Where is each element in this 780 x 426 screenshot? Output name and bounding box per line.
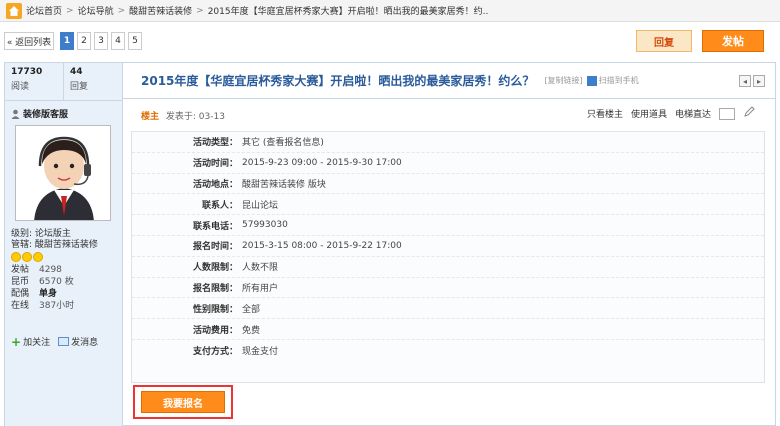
breadcrumb: 论坛首页 > 论坛导航 > 酸甜苦辣话装修 > 2015年度【华庭宜居杯秀家大赛… bbox=[0, 0, 780, 22]
star-icon bbox=[22, 252, 32, 262]
activity-info-table: 活动类型： 其它 (查看报名信息) 活动时间： 2015-9-23 09:00 - … bbox=[131, 131, 765, 383]
star-icon bbox=[33, 252, 43, 262]
table-row: 活动费用： 免费 bbox=[132, 319, 764, 340]
page-5-button[interactable]: 5 bbox=[128, 32, 142, 50]
rank-stars bbox=[11, 252, 121, 262]
prev-thread-icon[interactable]: ◂ bbox=[739, 75, 751, 87]
user-icon bbox=[11, 109, 20, 119]
replies-stat: 44 回复 bbox=[64, 63, 123, 100]
post-title: 2015年度【华庭宜居杯秀家大赛】开启啦！晒出我的最美家居秀！约么？ bbox=[141, 74, 535, 88]
breadcrumb-board[interactable]: 酸甜苦辣话装修 bbox=[129, 4, 192, 17]
pager-bar: « 返回列表 1 2 3 4 5 回复 发帖 bbox=[0, 28, 780, 58]
author-level: 级别: 论坛版主 bbox=[11, 229, 71, 239]
home-icon[interactable] bbox=[6, 2, 22, 19]
author-field: 昆币 6570 枚 bbox=[11, 277, 74, 287]
only-author-link[interactable]: 只看楼主 bbox=[587, 107, 623, 120]
use-item-link[interactable]: 使用道具 bbox=[631, 107, 667, 120]
breadcrumb-current: 2015年度【华庭宜居杯秀家大赛】开启啦！晒出我的最美家居秀！约.. bbox=[207, 7, 489, 17]
breadcrumb-separator: > bbox=[117, 5, 126, 16]
plus-icon: + bbox=[11, 334, 22, 349]
pen-icon[interactable] bbox=[743, 106, 755, 118]
post-time: 发表于: 03-13 bbox=[165, 112, 225, 122]
pagination: 1 2 3 4 5 bbox=[60, 32, 142, 50]
breadcrumb-separator: > bbox=[196, 5, 204, 16]
breadcrumb-forum-nav[interactable]: 论坛导航 bbox=[78, 4, 114, 17]
table-row: 活动时间： 2015-9-23 09:00 - 2015-9-30 17:00 bbox=[132, 153, 764, 174]
follow-button[interactable]: + 加关注 bbox=[11, 334, 50, 349]
post-meta: 楼主 发表于: 03-13 bbox=[141, 109, 225, 122]
author-field: 发帖 4298 bbox=[11, 265, 62, 275]
floor-label: 楼主 bbox=[141, 112, 160, 122]
author-meta: 级别: 论坛版主 管辖: 酸甜苦辣话装修 发帖 4298 昆币 6570 枚 配偶单… bbox=[11, 229, 121, 312]
next-thread-icon[interactable]: ▸ bbox=[753, 75, 765, 87]
star-icon bbox=[11, 252, 21, 262]
page-2-button[interactable]: 2 bbox=[77, 32, 91, 50]
reply-button[interactable]: 回复 bbox=[636, 30, 692, 52]
page-1-button[interactable]: 1 bbox=[60, 32, 74, 50]
jump-floor-label: 电梯直达 bbox=[674, 110, 711, 120]
author-actions: + 加关注 发消息 bbox=[11, 334, 98, 349]
author-name[interactable]: 装修版客服 bbox=[23, 107, 68, 120]
table-row: 报名限制： 所有用户 bbox=[132, 278, 764, 299]
qr-icon[interactable] bbox=[586, 75, 597, 86]
table-row: 联系人： 昆山论坛 bbox=[132, 194, 764, 216]
table-row: 性别限制： 全部 bbox=[132, 298, 764, 320]
new-post-button[interactable]: 发帖 bbox=[702, 30, 764, 52]
page-3-button[interactable]: 3 bbox=[94, 32, 108, 50]
post-title-bar: 2015年度【华庭宜居杯秀家大赛】开启啦！晒出我的最美家居秀！约么？ [复制链接… bbox=[123, 63, 775, 99]
page-4-button[interactable]: 4 bbox=[111, 32, 125, 50]
message-icon bbox=[58, 337, 70, 346]
breadcrumb-separator: > bbox=[66, 5, 74, 16]
views-label: 阅读 bbox=[11, 82, 30, 92]
table-row: 支付方式： 现金支付 bbox=[192, 346, 279, 357]
table-row: 活动类型： 其它 (查看报名信息) bbox=[132, 132, 764, 153]
breadcrumb-forum-home[interactable]: 论坛首页 bbox=[26, 4, 62, 17]
send-message-button[interactable]: 发消息 bbox=[58, 335, 98, 348]
thread-nav-arrows: ◂ ▸ bbox=[739, 75, 765, 87]
replies-label: 回复 bbox=[70, 82, 89, 92]
avatar[interactable] bbox=[15, 125, 111, 221]
author-sidebar: 17730 阅读 44 回复 装修版客服 级别: 论坛版主 管辖: 酸甜苦辣话装… bbox=[5, 63, 123, 426]
views-count: 17730 bbox=[11, 67, 43, 77]
jump-floor-input[interactable] bbox=[719, 107, 735, 120]
thread-frame: 17730 阅读 44 回复 装修版客服 级别: 论坛版主 管辖: 酸甜苦辣话装… bbox=[4, 62, 776, 426]
table-row: 联系电话： 57993030 bbox=[132, 215, 764, 236]
scan-to-phone-link[interactable]: 扫描到手机 bbox=[599, 75, 639, 86]
author-name-row: 装修版客服 bbox=[11, 107, 68, 120]
table-row: 报名时间： 2015-3-15 08:00 - 2015-9-22 17:00 bbox=[132, 236, 764, 257]
post-tools: 只看楼主 使用道具 电梯直达 bbox=[587, 107, 735, 120]
views-stat: 17730 阅读 bbox=[5, 63, 64, 100]
signup-button[interactable]: 我要报名 bbox=[141, 391, 225, 413]
author-field: 在线 387小时 bbox=[11, 301, 75, 311]
copy-link-button[interactable]: [复制链接] bbox=[544, 75, 582, 86]
author-field: 配偶 单身 bbox=[11, 289, 58, 299]
table-row: 人数限制： 人数不限 bbox=[132, 257, 764, 278]
activity-type-value[interactable]: 其它 (查看报名信息) bbox=[242, 135, 324, 148]
thread-stats: 17730 阅读 44 回复 bbox=[5, 63, 123, 101]
signup-highlight: 我要报名 bbox=[133, 385, 233, 419]
author-admin: 管辖: 酸甜苦辣话装修 bbox=[11, 240, 98, 250]
replies-count: 44 bbox=[70, 67, 83, 77]
table-row: 活动地点： 酸甜苦辣话装修 版块 bbox=[132, 174, 764, 195]
post-content: 2015年度【华庭宜居杯秀家大赛】开启啦！晒出我的最美家居秀！约么？ [复制链接… bbox=[123, 63, 775, 426]
back-to-list-button[interactable]: « 返回列表 bbox=[4, 32, 54, 50]
